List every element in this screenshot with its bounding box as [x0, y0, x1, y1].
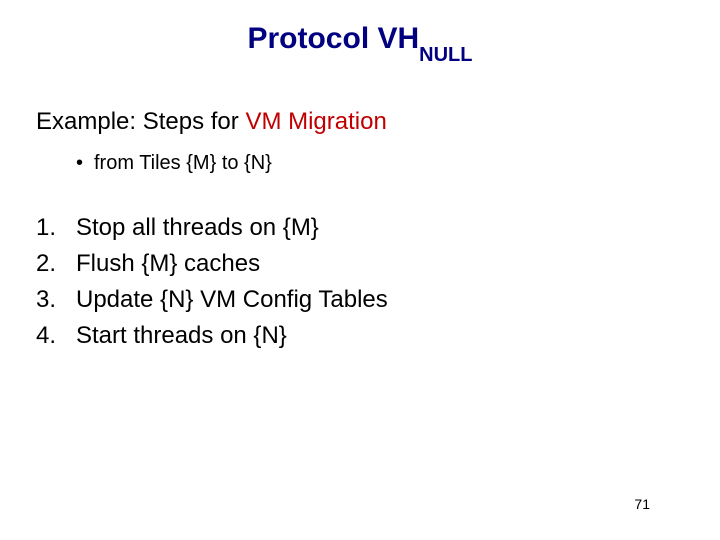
- list-item: 4. Start threads on {N}: [36, 318, 388, 354]
- list-item: 2. Flush {M} caches: [36, 246, 388, 282]
- steps-list: 1. Stop all threads on {M} 2. Flush {M} …: [36, 210, 388, 354]
- slide: Protocol VHNULL Example: Steps for VM Mi…: [0, 0, 720, 540]
- example-highlight: VM Migration: [245, 108, 386, 135]
- example-line: Example: Steps for VM Migration: [36, 108, 387, 136]
- bullet-icon: •: [76, 152, 94, 175]
- step-text: Flush {M} caches: [76, 246, 260, 282]
- bullet-text: from Tiles {M} to {N}: [94, 152, 272, 174]
- title-subscript: NULL: [419, 44, 472, 66]
- slide-title: Protocol VHNULL: [0, 22, 720, 61]
- sub-bullet: •from Tiles {M} to {N}: [76, 152, 272, 175]
- slide-number: 71: [634, 496, 650, 512]
- example-prefix: Example: Steps for: [36, 108, 245, 135]
- step-number: 1.: [36, 210, 76, 246]
- step-number: 4.: [36, 318, 76, 354]
- list-item: 3. Update {N} VM Config Tables: [36, 282, 388, 318]
- list-item: 1. Stop all threads on {M}: [36, 210, 388, 246]
- step-number: 3.: [36, 282, 76, 318]
- step-text: Update {N} VM Config Tables: [76, 282, 388, 318]
- step-text: Stop all threads on {M}: [76, 210, 319, 246]
- step-text: Start threads on {N}: [76, 318, 287, 354]
- step-number: 2.: [36, 246, 76, 282]
- title-main: Protocol VH: [247, 22, 419, 55]
